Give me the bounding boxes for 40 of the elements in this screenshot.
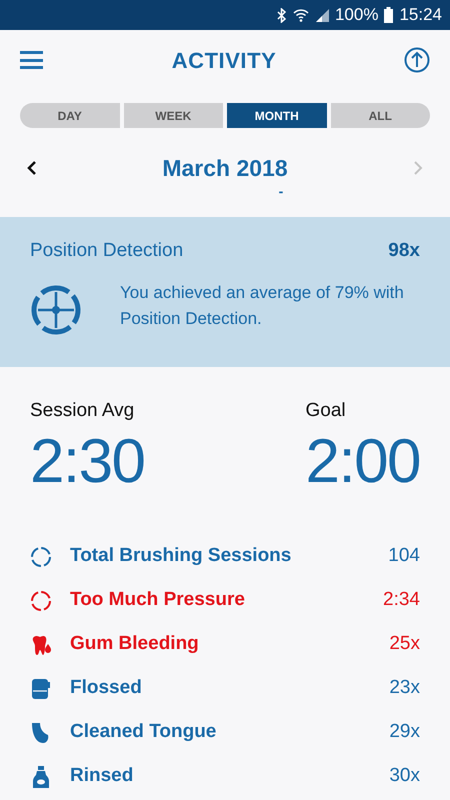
stat-label: Flossed [70,676,143,700]
battery-icon [384,7,394,23]
crosshair-icon [30,284,82,336]
stat-value: 2:34 [383,588,420,612]
card-message: You achieved an average of 79% with Position Detection. [120,282,405,330]
screen-title: ACTIVITY [172,46,276,74]
stat-value: 25x [389,632,420,656]
period-label: March 2018 [162,154,288,183]
floss-box-icon [30,678,52,700]
bluetooth-icon [276,8,287,22]
clock: 15:24 [399,4,442,26]
stat-value: 104 [388,544,420,568]
stat-value: 30x [389,764,420,788]
period-tab[interactable]: DAY [20,103,120,128]
bottle-icon [30,766,52,788]
card-count: 98x [388,239,420,263]
upload-icon[interactable] [404,47,430,73]
session-avg-label: Session Avg [30,399,136,423]
wifi-icon [292,8,309,22]
stat-value: 23x [389,676,420,700]
stat-value: 29x [389,720,420,744]
stat-label: Rinsed [70,764,134,788]
card-title: Position Detection [30,239,184,263]
tooth-icon [30,634,52,656]
ring-icon [30,590,52,612]
ring-icon [30,546,52,568]
signal-icon [314,8,329,22]
period-tab[interactable]: ALL [330,103,430,128]
stat-label: Total Brushing Sessions [70,544,292,568]
stat-label: Too Much Pressure [70,588,246,612]
goal-label: Goal [306,399,347,423]
period-tab[interactable]: WEEK [124,103,223,128]
goal-value: 2:00 [306,426,420,498]
battery-level: 100% [334,4,378,26]
period-tab[interactable]: MONTH [227,103,326,128]
period-marker: - [278,183,284,201]
menu-button[interactable] [20,50,44,70]
stat-label: Cleaned Tongue [70,720,218,744]
session-avg-value: 2:30 [30,426,144,498]
stat-label: Gum Bleeding [70,632,200,656]
